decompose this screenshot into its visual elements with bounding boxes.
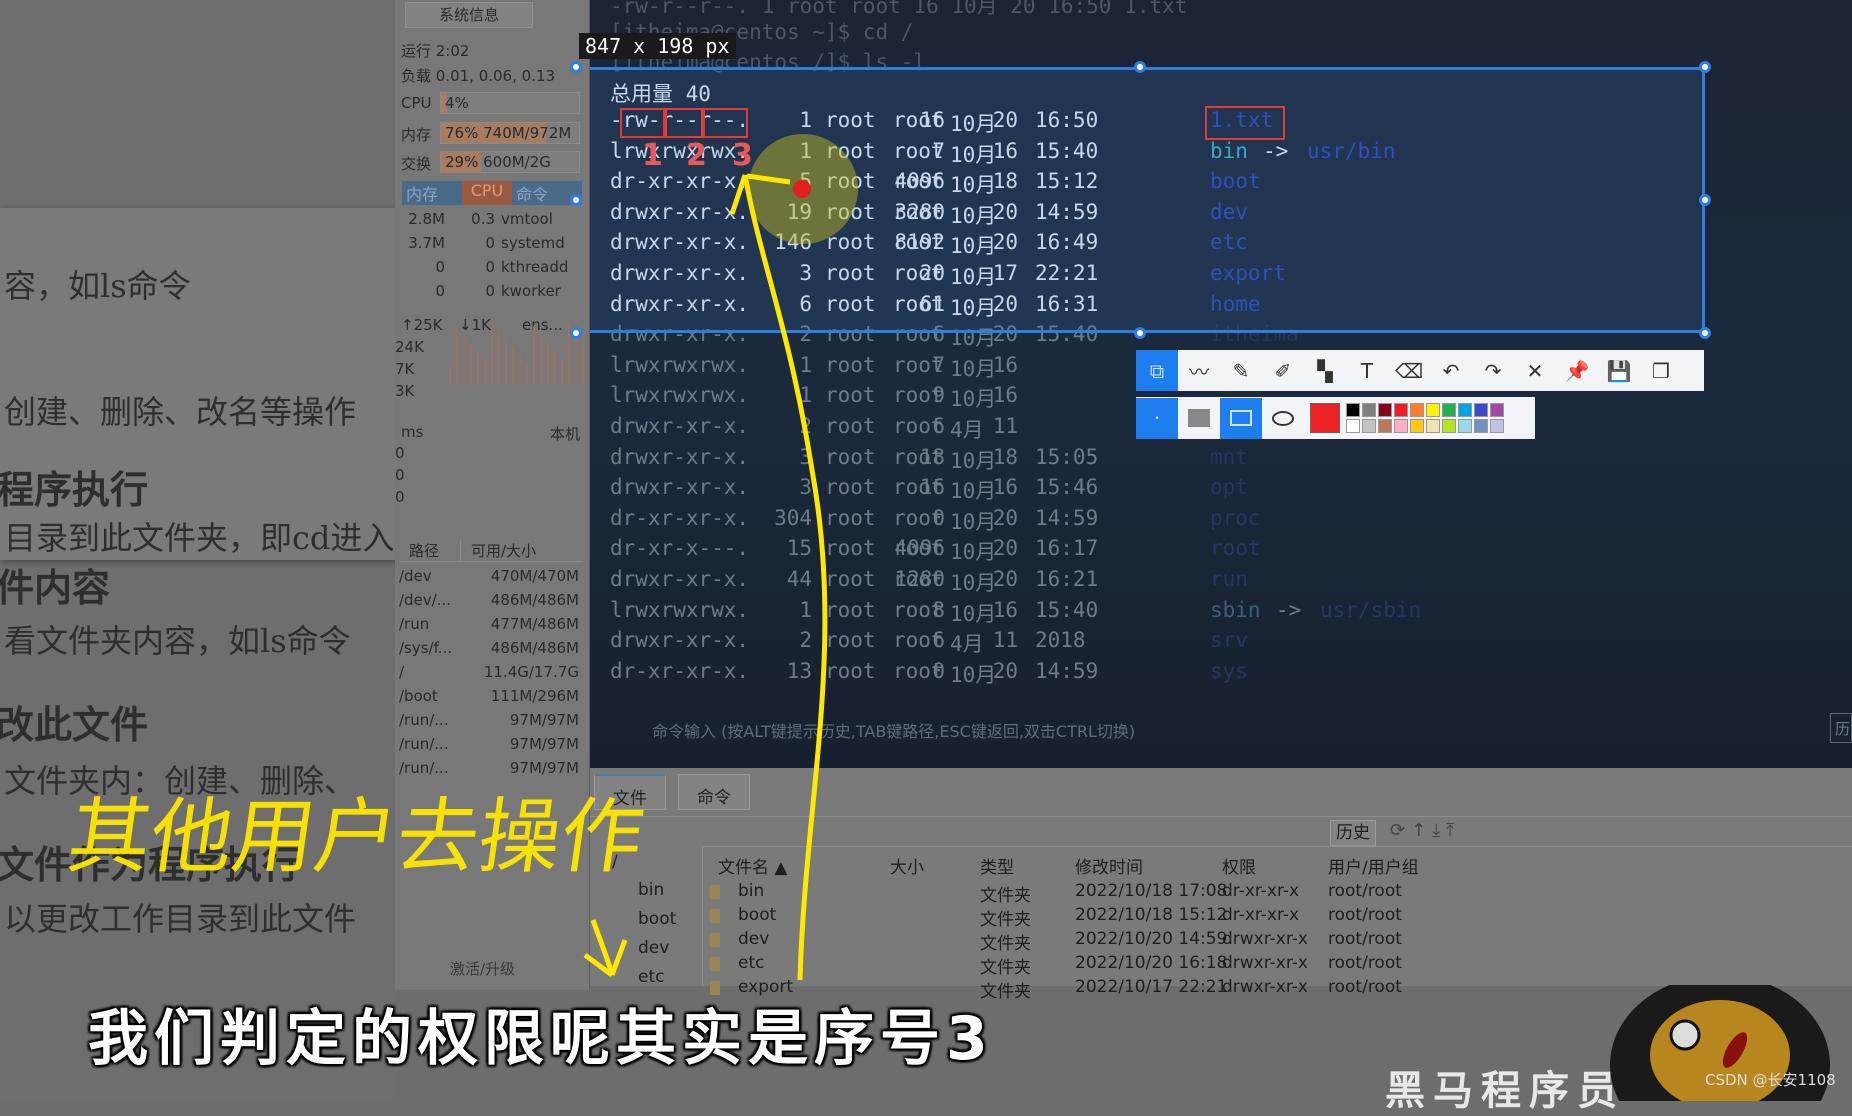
- handwritten-note: 其他用户去操作: [62, 790, 650, 885]
- yellow-arrow: [742, 174, 828, 981]
- annotation-layer: [583, 134, 858, 981]
- watermark: CSDN @长安1108: [1705, 1071, 1836, 1089]
- small-arrow: [583, 919, 628, 978]
- subtitle: 我们判定的权限呢其实是序号3: [88, 1004, 994, 1074]
- cursor-dot: [793, 180, 811, 198]
- brand-logo: 黑马程序员: [1385, 1068, 1625, 1114]
